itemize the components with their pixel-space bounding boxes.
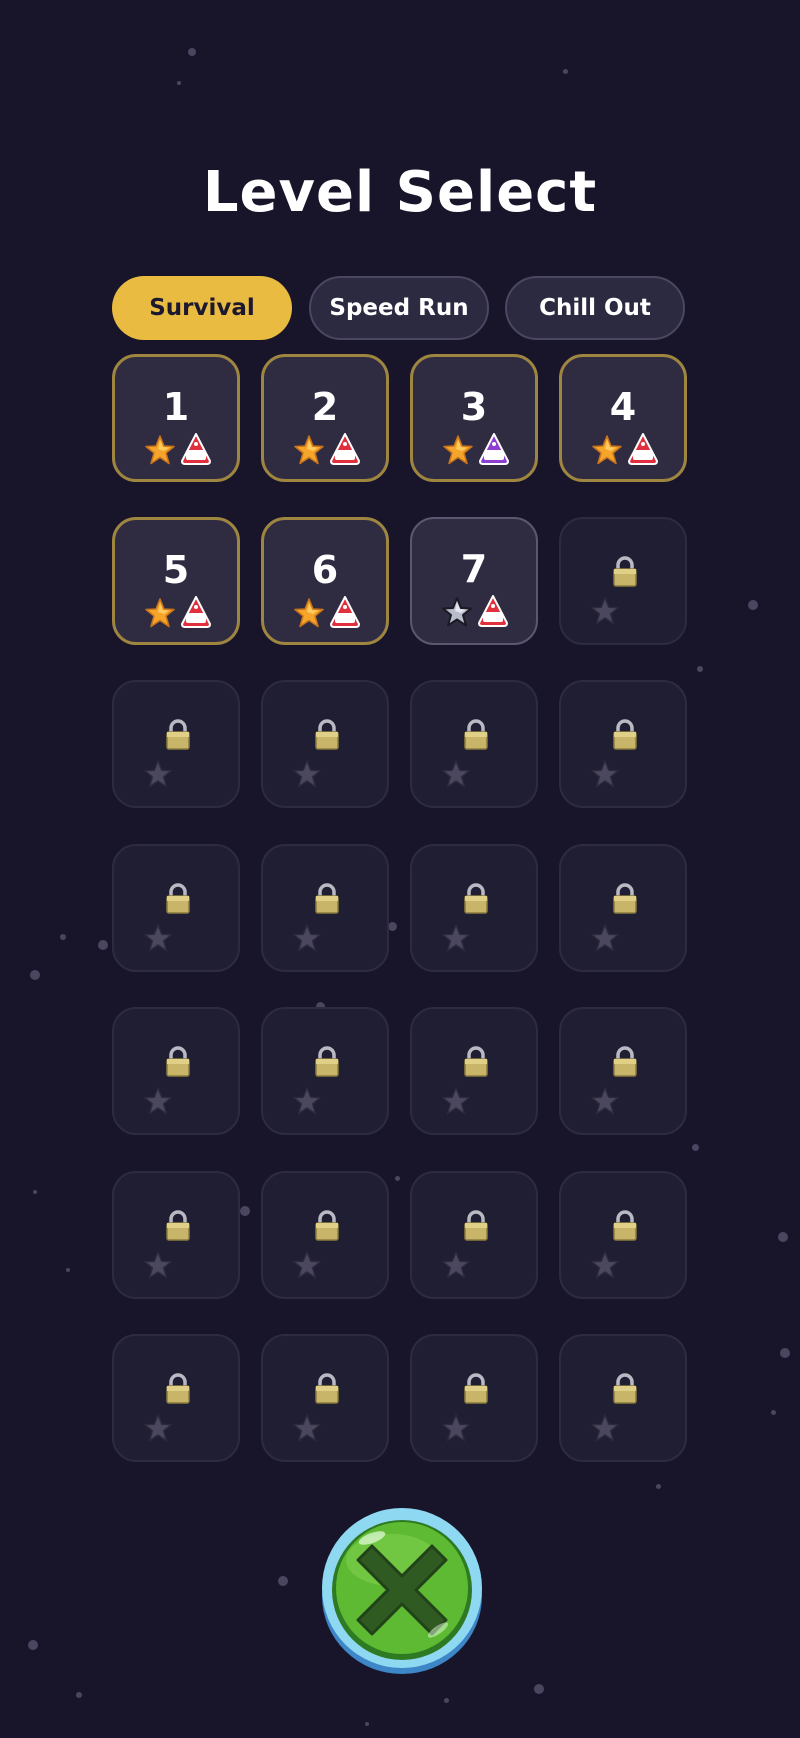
star-icon — [592, 435, 622, 465]
star-icon — [294, 435, 324, 465]
star-icon — [591, 760, 619, 788]
lock-icon — [611, 1045, 639, 1077]
level-tile-22[interactable] — [261, 1171, 389, 1299]
level-tile-26[interactable] — [261, 1334, 389, 1462]
lock-icon — [313, 1045, 341, 1077]
star-icon — [293, 1251, 321, 1279]
level-tile-27[interactable] — [410, 1334, 538, 1462]
level-tile-18[interactable] — [261, 1007, 389, 1135]
level-tile-25[interactable] — [112, 1334, 240, 1462]
star-icon — [591, 1414, 619, 1442]
second-place-badge-icon — [479, 433, 509, 465]
star-icon — [144, 1087, 172, 1115]
star-icon — [145, 598, 175, 628]
star-icon — [442, 1087, 470, 1115]
lock-icon — [611, 555, 639, 587]
star-icon — [293, 760, 321, 788]
lock-icon — [611, 882, 639, 914]
star-icon — [591, 597, 619, 625]
star-icon — [293, 1087, 321, 1115]
level-tile-4[interactable]: 4 — [559, 354, 687, 482]
level-tile-21[interactable] — [112, 1171, 240, 1299]
level-tile-5[interactable]: 5 — [112, 517, 240, 645]
level-tile-6[interactable]: 6 — [261, 517, 389, 645]
first-place-badge-icon — [330, 596, 360, 628]
level-tile-2[interactable]: 2 — [261, 354, 389, 482]
page-title: Level Select — [202, 160, 598, 225]
lock-icon — [462, 1372, 490, 1404]
tab-survival[interactable]: Survival — [112, 276, 292, 340]
lock-icon — [611, 1209, 639, 1241]
star-icon — [293, 924, 321, 952]
level-tile-9[interactable] — [112, 680, 240, 808]
level-tile-15[interactable] — [410, 844, 538, 972]
lock-icon — [164, 1209, 192, 1241]
star-icon — [591, 1251, 619, 1279]
level-tile-8[interactable] — [559, 517, 687, 645]
level-tile-11[interactable] — [410, 680, 538, 808]
lock-icon — [313, 718, 341, 750]
level-number: 3 — [460, 385, 488, 429]
lock-icon — [313, 882, 341, 914]
level-tile-13[interactable] — [112, 844, 240, 972]
level-number: 7 — [460, 547, 488, 591]
level-tile-28[interactable] — [559, 1334, 687, 1462]
lock-icon — [462, 1045, 490, 1077]
level-tile-10[interactable] — [261, 680, 389, 808]
lock-icon — [462, 882, 490, 914]
level-tile-7[interactable]: 7 — [410, 517, 538, 645]
star-icon — [442, 597, 472, 627]
level-tile-3[interactable]: 3 — [410, 354, 538, 482]
level-tile-14[interactable] — [261, 844, 389, 972]
level-tile-17[interactable] — [112, 1007, 240, 1135]
close-button[interactable] — [320, 1506, 484, 1676]
level-tile-19[interactable] — [410, 1007, 538, 1135]
level-number: 1 — [162, 385, 190, 429]
first-place-badge-icon — [330, 433, 360, 465]
star-icon — [294, 598, 324, 628]
level-tile-1[interactable]: 1 — [112, 354, 240, 482]
star-icon — [144, 1414, 172, 1442]
lock-icon — [313, 1209, 341, 1241]
star-icon — [293, 1414, 321, 1442]
star-icon — [442, 760, 470, 788]
lock-icon — [462, 1209, 490, 1241]
star-icon — [591, 924, 619, 952]
level-number: 2 — [311, 385, 339, 429]
level-number: 5 — [162, 548, 190, 592]
lock-icon — [164, 882, 192, 914]
star-icon — [144, 924, 172, 952]
lock-icon — [164, 1372, 192, 1404]
star-icon — [442, 1251, 470, 1279]
lock-icon — [164, 718, 192, 750]
star-icon — [443, 435, 473, 465]
star-icon — [442, 924, 470, 952]
close-x-icon — [322, 1508, 482, 1674]
level-tile-23[interactable] — [410, 1171, 538, 1299]
level-tile-16[interactable] — [559, 844, 687, 972]
first-place-badge-icon — [181, 596, 211, 628]
star-icon — [144, 1251, 172, 1279]
lock-icon — [313, 1372, 341, 1404]
star-icon — [591, 1087, 619, 1115]
star-icon — [144, 760, 172, 788]
lock-icon — [611, 718, 639, 750]
first-place-badge-icon — [478, 595, 508, 627]
level-tile-20[interactable] — [559, 1007, 687, 1135]
tab-chill-out[interactable]: Chill Out — [505, 276, 685, 340]
level-number: 4 — [609, 385, 637, 429]
lock-icon — [164, 1045, 192, 1077]
level-tile-12[interactable] — [559, 680, 687, 808]
lock-icon — [611, 1372, 639, 1404]
lock-icon — [462, 718, 490, 750]
tab-speed-run[interactable]: Speed Run — [309, 276, 489, 340]
first-place-badge-icon — [181, 433, 211, 465]
star-icon — [145, 435, 175, 465]
level-number: 6 — [311, 548, 339, 592]
level-tile-24[interactable] — [559, 1171, 687, 1299]
first-place-badge-icon — [628, 433, 658, 465]
star-icon — [442, 1414, 470, 1442]
